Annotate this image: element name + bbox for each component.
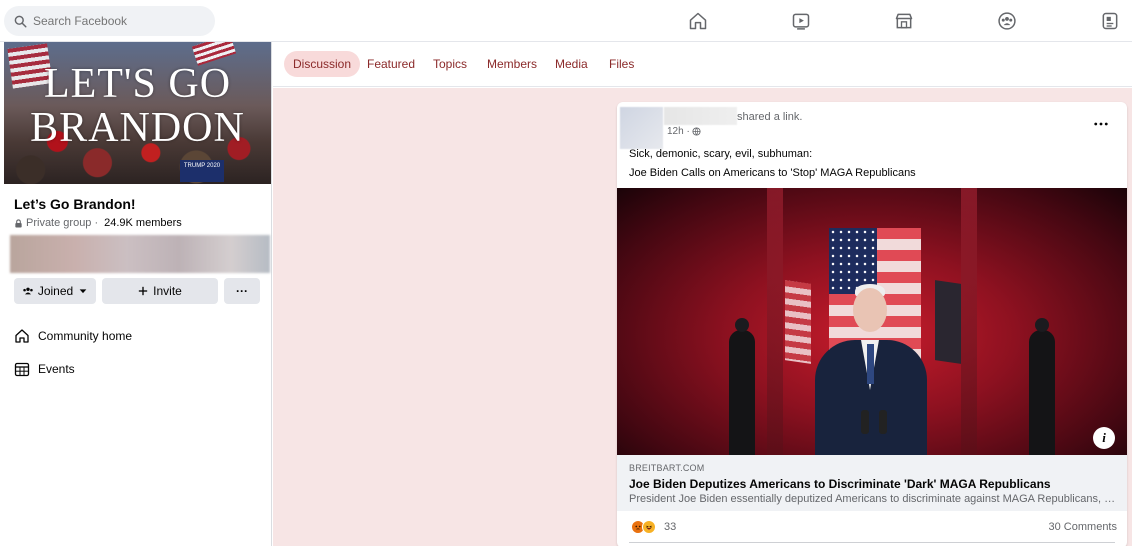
photo-pillar — [961, 188, 977, 455]
comments-count-link[interactable]: 30 Comments — [1049, 521, 1117, 533]
cover-title: LET'S GO BRANDON — [30, 61, 245, 151]
joined-label: Joined — [37, 284, 74, 298]
link-preview[interactable]: BREITBART.COM Joe Biden Deputizes Americ… — [617, 455, 1127, 511]
group-people-icon — [23, 287, 33, 295]
post-text-line: Sick, demonic, scary, evil, subhuman: — [629, 148, 813, 160]
invite-label: Invite — [153, 284, 182, 298]
search-box[interactable] — [4, 6, 215, 36]
link-preview-image[interactable]: i — [617, 188, 1127, 455]
group-members-count[interactable]: 24.9K members — [104, 217, 182, 229]
group-cover-photo[interactable]: TRUMP 2020 LET'S GO BRANDON — [4, 42, 271, 184]
post-text-line: Joe Biden Calls on Americans to 'Stop' M… — [629, 167, 916, 179]
nav-groups-button[interactable] — [995, 9, 1019, 33]
tab-discussion[interactable]: Discussion — [284, 51, 361, 77]
author-avatar[interactable] — [620, 107, 663, 149]
more-dots-icon — [1094, 122, 1108, 126]
joined-button[interactable]: Joined — [14, 278, 96, 304]
post-card: shared a link. 12h · Sick, demonic, scar… — [617, 102, 1127, 546]
calendar-icon — [14, 362, 30, 377]
marketplace-icon — [895, 13, 913, 29]
group-name[interactable]: Let’s Go Brandon! — [14, 196, 136, 212]
home-icon — [689, 12, 707, 30]
group-feed: shared a link. 12h · Sick, demonic, scar… — [273, 88, 1132, 546]
top-bar — [0, 0, 1132, 42]
search-input[interactable] — [33, 14, 203, 28]
reaction-summary[interactable]: 33 — [631, 520, 676, 534]
speaker-tie — [867, 344, 874, 384]
link-domain: BREITBART.COM — [629, 463, 705, 473]
tab-members[interactable]: Members — [478, 51, 546, 77]
post-action: shared a link. — [737, 111, 803, 123]
speaker-head — [853, 288, 887, 332]
photo-guard — [1029, 318, 1055, 455]
post-more-button[interactable] — [1089, 114, 1113, 134]
link-description: President Joe Biden essentially deputize… — [629, 493, 1119, 505]
info-button[interactable]: i — [1093, 427, 1115, 449]
post-timestamp[interactable]: 12h · — [667, 126, 701, 137]
nav-marketplace-button[interactable] — [892, 9, 916, 33]
sidebar-item-events[interactable]: Events — [14, 361, 75, 377]
tab-media[interactable]: Media — [546, 51, 597, 77]
group-privacy: Private group — [26, 217, 92, 229]
tab-topics[interactable]: Topics — [424, 51, 476, 77]
invite-button[interactable]: Invite — [102, 278, 218, 304]
lock-icon — [15, 218, 22, 228]
plus-icon — [138, 286, 148, 296]
groups-icon — [998, 12, 1016, 30]
meta-separator: · — [94, 217, 99, 229]
group-sidebar: TRUMP 2020 LET'S GO BRANDON Let’s Go Bra… — [0, 42, 272, 546]
post-time: 12h · — [667, 126, 690, 137]
member-avatars[interactable] — [10, 235, 270, 273]
photo-speaker — [815, 284, 927, 455]
caret-down-icon — [79, 289, 87, 294]
photo-microphone — [879, 410, 887, 434]
more-dots-icon: ··· — [236, 284, 248, 298]
gaming-icon — [1102, 12, 1118, 30]
sidebar-item-community-home[interactable]: Community home — [14, 328, 132, 344]
globe-icon — [692, 127, 701, 136]
tab-files[interactable]: Files — [600, 51, 643, 77]
cover-sign: TRUMP 2020 — [180, 160, 224, 182]
photo-guard — [729, 318, 755, 455]
sidebar-item-label: Community home — [38, 329, 133, 343]
photo-side-flag — [785, 280, 811, 364]
haha-reaction-icon — [642, 520, 656, 534]
nav-gaming-button[interactable] — [1098, 9, 1122, 33]
group-tabs: Discussion Featured Topics Members Media… — [273, 42, 1132, 87]
tab-featured[interactable]: Featured — [358, 51, 424, 77]
author-name[interactable] — [664, 107, 737, 125]
nav-watch-button[interactable] — [789, 9, 813, 33]
search-icon — [14, 15, 27, 28]
group-more-button[interactable]: ··· — [224, 278, 260, 304]
sidebar-item-label: Events — [38, 362, 75, 376]
action-divider — [629, 542, 1115, 543]
reaction-count: 33 — [664, 521, 677, 533]
photo-side-flag — [935, 280, 961, 364]
home-icon — [15, 329, 29, 343]
photo-pillar — [767, 188, 783, 455]
nav-home-button[interactable] — [686, 9, 710, 33]
link-title: Joe Biden Deputizes Americans to Discrim… — [629, 477, 1051, 491]
photo-microphone — [861, 410, 869, 434]
group-meta: Private group · 24.9K members — [14, 217, 182, 229]
watch-icon — [792, 13, 810, 30]
